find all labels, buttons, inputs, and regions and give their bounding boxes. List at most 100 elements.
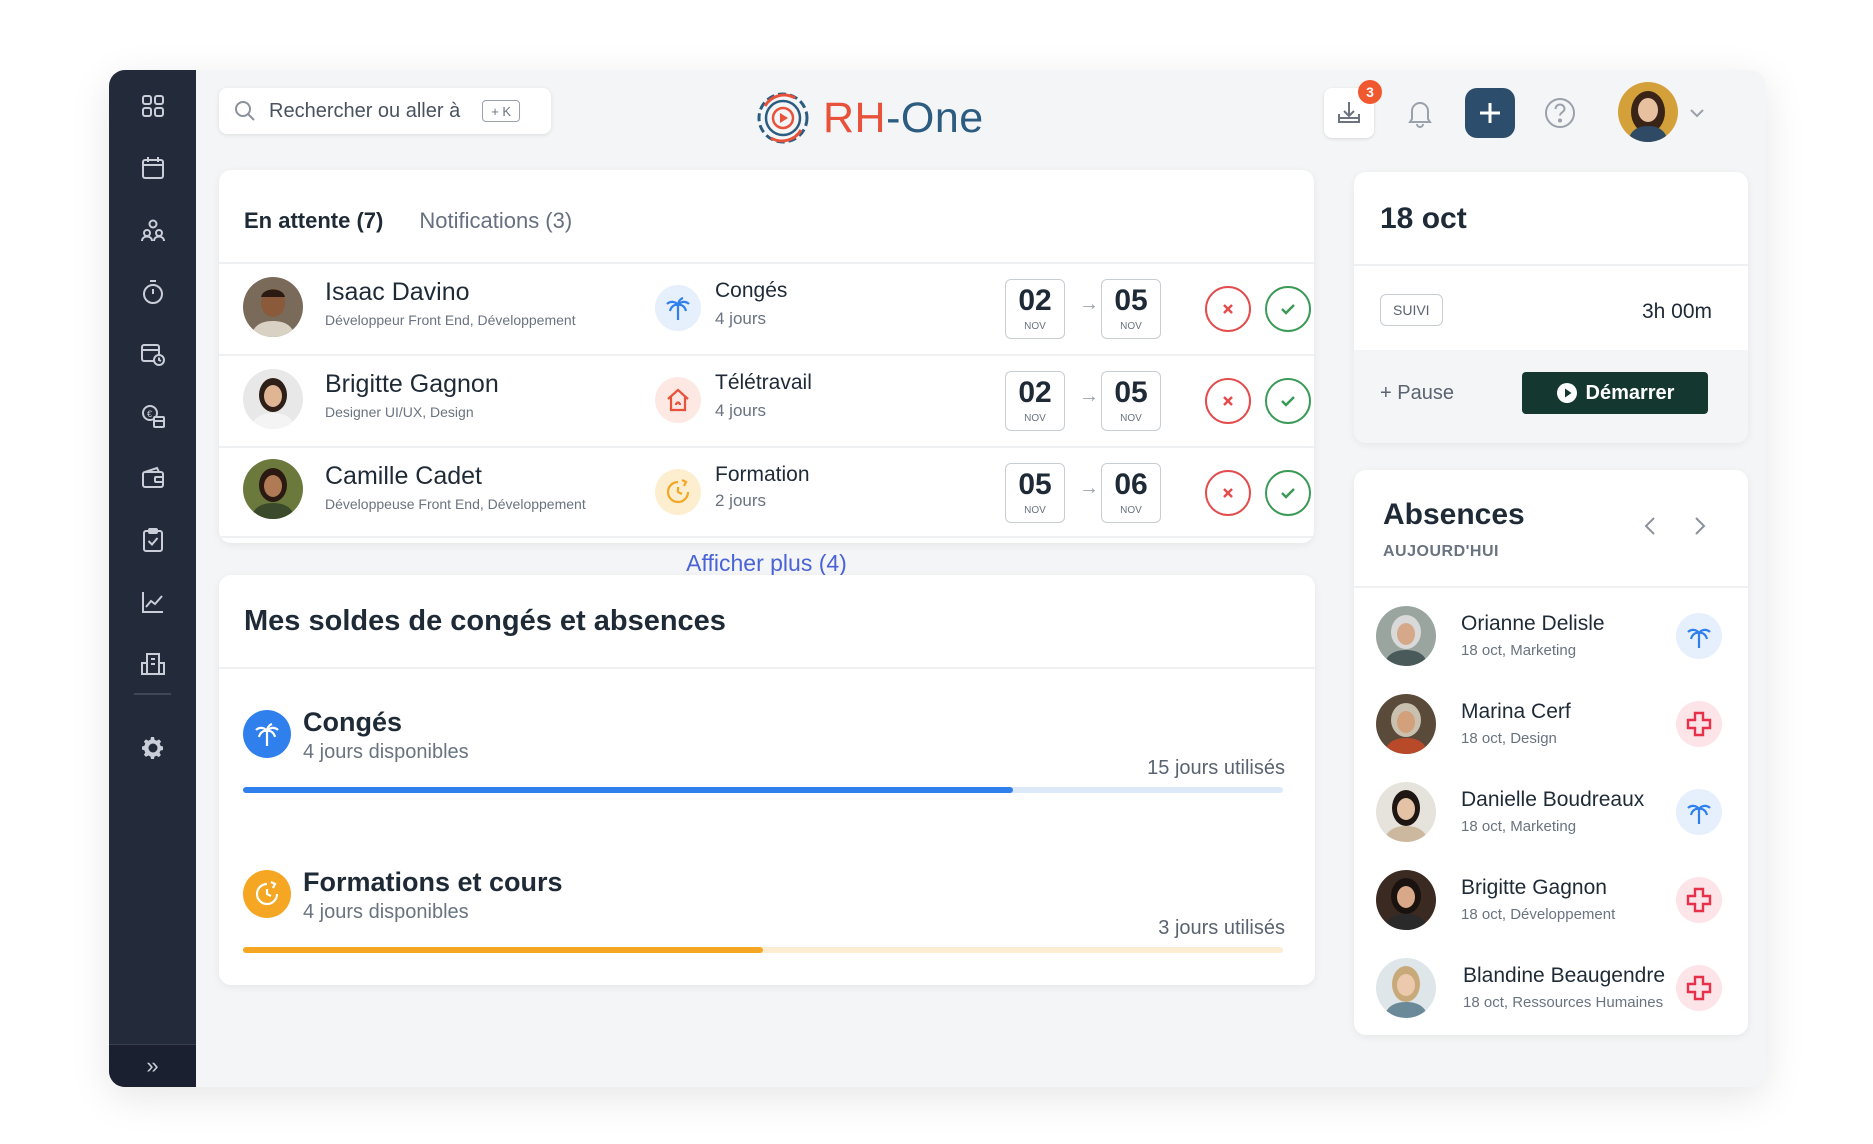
wallet-icon[interactable] bbox=[109, 453, 196, 503]
close-icon bbox=[1223, 488, 1233, 498]
absences-subtitle: AUJOURD'HUI bbox=[1383, 543, 1499, 560]
inbox-download-icon bbox=[1338, 102, 1360, 123]
start-date: 02 NOV bbox=[1005, 279, 1065, 339]
absence-detail: 18 oct, Design bbox=[1461, 730, 1557, 747]
sidebar-collapse-button[interactable]: » bbox=[109, 1044, 196, 1087]
check-icon bbox=[1281, 304, 1295, 315]
balance-used: 15 jours utilisés bbox=[1147, 757, 1285, 779]
notifications-button[interactable] bbox=[1395, 88, 1445, 138]
time-tracker-card: 18 oct SUIVI 3h 00m + Pause Démarrer bbox=[1354, 172, 1748, 443]
inbox-count-badge: 3 bbox=[1358, 80, 1382, 104]
start-label: Démarrer bbox=[1585, 381, 1675, 404]
divider bbox=[1354, 264, 1748, 266]
avatar bbox=[1376, 782, 1436, 842]
divider bbox=[1354, 586, 1748, 588]
help-button[interactable] bbox=[1535, 88, 1585, 138]
user-avatar[interactable] bbox=[1618, 82, 1678, 142]
settings-icon[interactable] bbox=[109, 723, 196, 773]
plus-icon bbox=[1480, 103, 1500, 123]
absence-row: Danielle Boudreaux 18 oct, Marketing bbox=[1354, 770, 1748, 858]
progress-bar bbox=[243, 787, 1283, 793]
absence-detail: 18 oct, Développement bbox=[1461, 906, 1616, 923]
avatar bbox=[243, 369, 303, 429]
search-icon bbox=[235, 101, 255, 121]
chevron-down-icon[interactable] bbox=[1687, 103, 1707, 123]
absence-row: Marina Cerf 18 oct, Design bbox=[1354, 682, 1748, 770]
absence-name[interactable]: Marina Cerf bbox=[1461, 700, 1571, 724]
request-type: Congés bbox=[715, 279, 788, 302]
search-bar[interactable]: Rechercher ou aller à + K bbox=[219, 88, 551, 134]
show-more-link[interactable]: Afficher plus (4) bbox=[219, 550, 1314, 577]
start-date: 02 NOV bbox=[1005, 371, 1065, 431]
balance-name: Congés bbox=[303, 707, 403, 737]
shortcut-hint: + K bbox=[482, 100, 521, 122]
absence-detail: 18 oct, Marketing bbox=[1461, 818, 1577, 835]
check-icon bbox=[1281, 488, 1295, 499]
help-icon bbox=[1545, 98, 1575, 128]
svg-text:€: € bbox=[147, 409, 152, 419]
employee-role: Développeuse Front End, Développement bbox=[325, 496, 586, 512]
approve-button[interactable] bbox=[1265, 286, 1311, 332]
inbox-button[interactable]: 3 bbox=[1324, 80, 1382, 138]
tab-pending[interactable]: En attente (7) bbox=[244, 208, 383, 234]
progress-fill bbox=[243, 947, 763, 953]
sidebar-divider bbox=[134, 693, 171, 695]
approve-button[interactable] bbox=[1265, 470, 1311, 516]
end-date: 05 NOV bbox=[1101, 371, 1161, 431]
dashboard-icon[interactable] bbox=[109, 81, 196, 131]
calendar-icon[interactable] bbox=[109, 143, 196, 193]
balance-name: Formations et cours bbox=[303, 867, 563, 897]
absence-name[interactable]: Brigitte Gagnon bbox=[1461, 876, 1607, 900]
request-type: Télétravail bbox=[715, 371, 812, 394]
finance-icon[interactable]: € bbox=[109, 391, 196, 441]
request-row: Brigitte Gagnon Designer UI/UX, Design T… bbox=[219, 356, 1314, 446]
absence-row: Brigitte Gagnon 18 oct, Développement bbox=[1354, 858, 1748, 946]
employee-name[interactable]: Isaac Davino bbox=[325, 278, 470, 307]
absence-detail: 18 oct, Ressources Humaines bbox=[1463, 994, 1664, 1011]
requests-card: En attente (7) Notifications (3) Isaac D… bbox=[219, 170, 1314, 592]
end-date: 05 NOV bbox=[1101, 279, 1161, 339]
progress-fill bbox=[243, 787, 1013, 793]
absence-name[interactable]: Orianne Delisle bbox=[1461, 612, 1605, 636]
palm-icon bbox=[655, 285, 701, 331]
chevron-right-icon[interactable] bbox=[1687, 514, 1711, 538]
request-days: 4 jours bbox=[715, 401, 767, 420]
reject-button[interactable] bbox=[1205, 378, 1251, 424]
tab-notifications[interactable]: Notifications (3) bbox=[419, 208, 572, 234]
request-row: Isaac Davino Développeur Front End, Déve… bbox=[219, 264, 1314, 354]
absence-name[interactable]: Blandine Beaugendre bbox=[1463, 964, 1665, 988]
employee-name[interactable]: Brigitte Gagnon bbox=[325, 370, 499, 399]
start-button[interactable]: Démarrer bbox=[1522, 372, 1708, 414]
reject-button[interactable] bbox=[1205, 470, 1251, 516]
logo-text: RH-One bbox=[823, 93, 984, 142]
tracked-duration: 3h 00m bbox=[1641, 300, 1712, 323]
section-title: Mes soldes de congés et absences bbox=[244, 605, 726, 637]
training-clock-icon bbox=[243, 870, 291, 918]
close-icon bbox=[1223, 304, 1233, 314]
analytics-icon[interactable] bbox=[109, 577, 196, 627]
team-icon[interactable] bbox=[109, 205, 196, 255]
medical-cross-icon bbox=[1676, 877, 1722, 923]
pause-button[interactable]: + Pause bbox=[1380, 382, 1454, 405]
divider bbox=[219, 536, 1314, 538]
organization-icon[interactable] bbox=[109, 639, 196, 689]
chevron-left-icon[interactable] bbox=[1639, 514, 1663, 538]
reject-button[interactable] bbox=[1205, 286, 1251, 332]
training-clock-icon bbox=[655, 469, 701, 515]
logo-gear-icon bbox=[757, 92, 809, 144]
absence-row: Blandine Beaugendre 18 oct, Ressources H… bbox=[1354, 946, 1748, 1034]
avatar bbox=[243, 277, 303, 337]
arrow-right-icon: → bbox=[1079, 385, 1099, 407]
absence-name[interactable]: Danielle Boudreaux bbox=[1461, 788, 1644, 812]
employee-name[interactable]: Camille Cadet bbox=[325, 462, 482, 491]
timer-icon[interactable] bbox=[109, 267, 196, 317]
palm-icon bbox=[1676, 613, 1722, 659]
add-button[interactable] bbox=[1465, 88, 1515, 138]
palm-icon bbox=[1676, 789, 1722, 835]
approve-button[interactable] bbox=[1265, 378, 1311, 424]
bell-icon bbox=[1408, 102, 1432, 128]
balance-used: 3 jours utilisés bbox=[1158, 917, 1285, 939]
tasks-icon[interactable] bbox=[109, 515, 196, 565]
schedule-icon[interactable] bbox=[109, 329, 196, 379]
tracker-date: 18 oct bbox=[1380, 202, 1467, 235]
